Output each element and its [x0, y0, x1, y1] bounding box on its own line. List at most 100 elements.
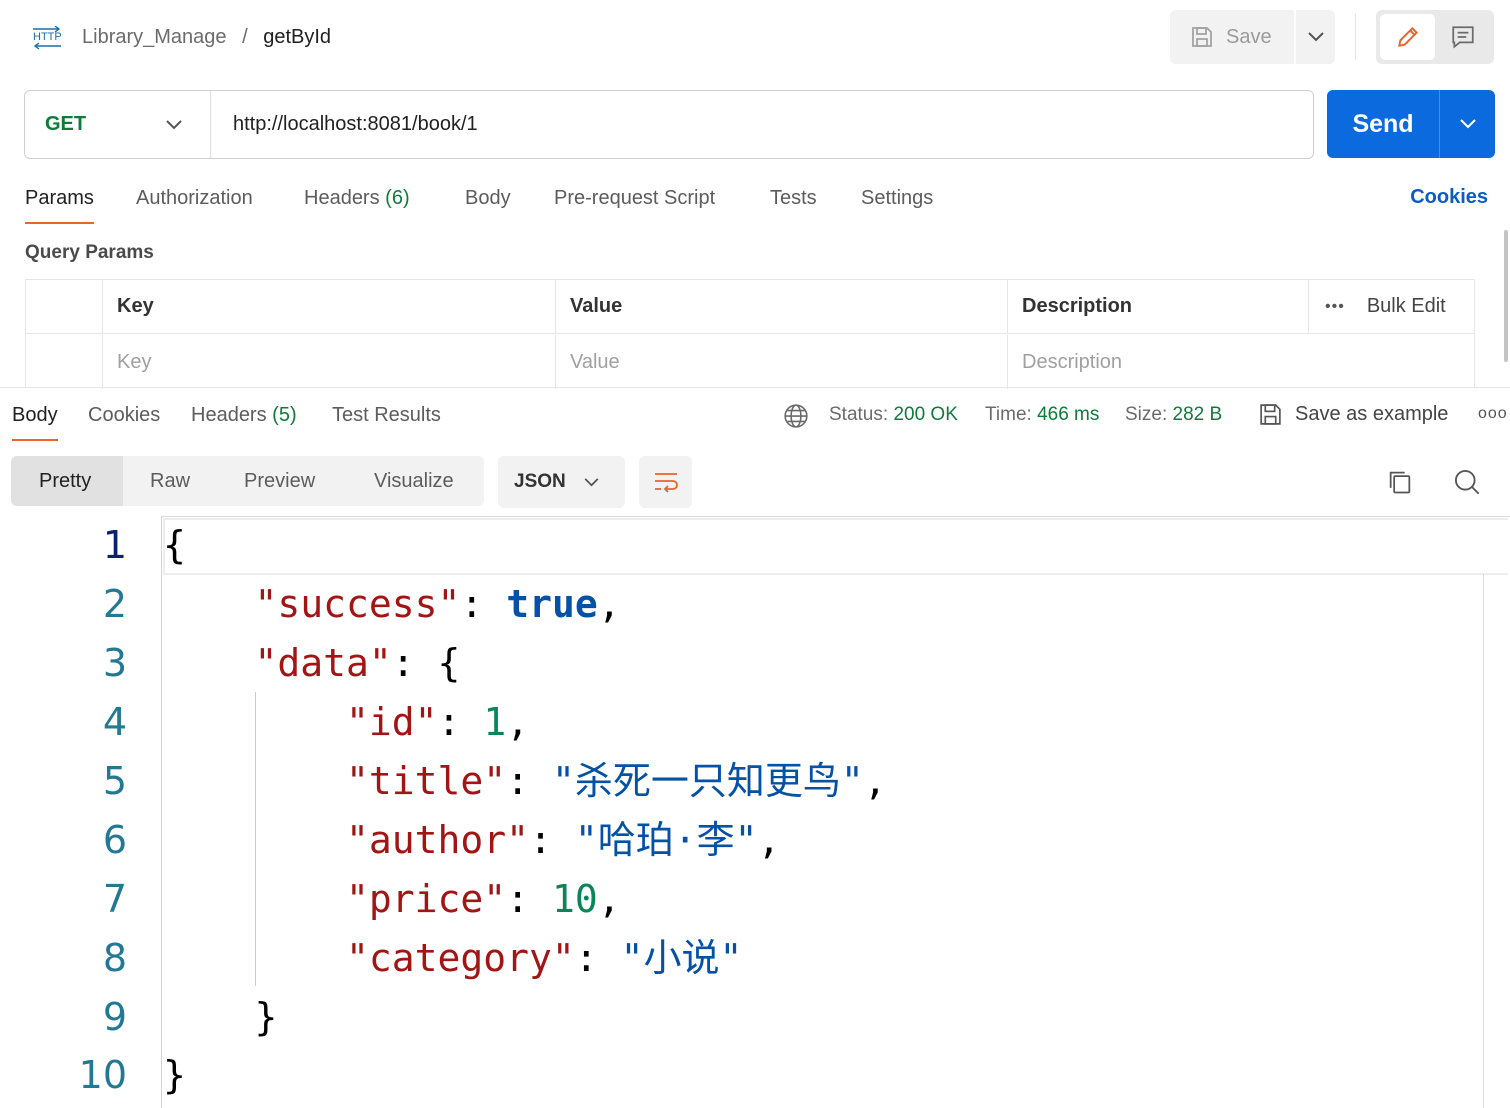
divider [161, 516, 1510, 517]
json-value: "哈珀·李" [574, 818, 758, 862]
format-preview[interactable]: Preview [244, 456, 315, 506]
tab-response-cookies[interactable]: Cookies [88, 402, 160, 428]
save-button[interactable]: Save [1170, 10, 1294, 64]
format-visualize[interactable]: Visualize [374, 456, 454, 506]
code-line: } [254, 995, 278, 1039]
code-line: } [163, 1053, 186, 1097]
tab-params[interactable]: Params [25, 184, 94, 224]
url-input[interactable]: http://localhost:8081/book/1 [211, 113, 478, 136]
line-number: 6 [102, 818, 127, 862]
code-line: "id": 1, [346, 700, 530, 744]
save-button-group: Save [1170, 10, 1335, 64]
json-value: "小说" [620, 936, 743, 980]
key-input[interactable]: Key [102, 335, 555, 389]
format-pretty[interactable]: Pretty [11, 456, 123, 506]
time-value: 466 ms [1037, 404, 1100, 425]
json-value: "杀死一只知更鸟" [551, 759, 864, 803]
breadcrumb-request-name[interactable]: getById [263, 26, 331, 48]
save-options-button[interactable] [1296, 10, 1335, 64]
tab-test-results[interactable]: Test Results [332, 402, 441, 428]
line-number: 2 [102, 582, 127, 626]
http-badge-text: HTTP [33, 31, 62, 43]
send-button[interactable]: Send [1327, 110, 1439, 139]
breadcrumb-collection[interactable]: Library_Manage [82, 26, 227, 48]
line-number: 8 [102, 936, 127, 980]
tab-headers[interactable]: Headers (6) [304, 184, 410, 212]
language-label: JSON [514, 471, 566, 492]
tab-authorization[interactable]: Authorization [136, 184, 253, 212]
cookies-link[interactable]: Cookies [1410, 186, 1488, 209]
column-header-key: Key [102, 280, 555, 333]
value-input[interactable]: Value [555, 335, 1007, 389]
method-select[interactable]: GET [25, 91, 211, 158]
search-icon[interactable] [1453, 468, 1481, 501]
globe-icon[interactable] [783, 403, 809, 434]
headers-count: (6) [385, 187, 410, 209]
column-header-value: Value [555, 280, 1007, 333]
more-options-icon[interactable]: ••• [1325, 298, 1345, 316]
table-header-row: Key Value Description ••• Bulk Edit [26, 280, 1474, 334]
send-options-button[interactable] [1440, 119, 1495, 129]
size-readout: Size: 282 B [1125, 404, 1223, 425]
json-key: "data" [254, 641, 392, 685]
documentation-button[interactable] [1435, 14, 1490, 60]
copy-icon[interactable] [1386, 468, 1414, 501]
ruler [1483, 574, 1484, 1108]
save-icon [1260, 404, 1281, 425]
description-input[interactable]: Description [1007, 335, 1475, 389]
query-params-table: Key Value Description ••• Bulk Edit Key … [25, 279, 1475, 389]
breadcrumb-separator: / [242, 26, 248, 48]
json-value: 10 [551, 877, 598, 921]
status-value: 200 OK [893, 404, 958, 425]
code-line: "author": "哈珀·李", [346, 818, 781, 862]
json-value: 1 [483, 700, 507, 744]
line-number: 5 [102, 759, 127, 803]
query-params-title: Query Params [25, 242, 154, 263]
scrollbar-thumb[interactable] [1504, 230, 1508, 362]
save-as-example-label: Save as example [1295, 403, 1449, 425]
tab-response-headers[interactable]: Headers (5) [191, 402, 297, 428]
time-readout: Time: 466 ms [985, 404, 1100, 425]
tab-response-body[interactable]: Body [12, 402, 58, 441]
json-key: "success" [254, 582, 461, 626]
chevron-down-icon [166, 119, 182, 129]
tab-settings[interactable]: Settings [861, 184, 933, 212]
format-raw[interactable]: Raw [150, 456, 190, 506]
wrap-lines-button[interactable] [639, 456, 692, 508]
language-select[interactable]: JSON [498, 456, 625, 508]
chevron-down-icon [1459, 119, 1476, 129]
more-options-icon[interactable]: ooo [1478, 405, 1508, 423]
comment-icon [1451, 26, 1474, 49]
current-line-highlight [163, 518, 1508, 575]
pane-divider[interactable] [0, 387, 1510, 388]
wrap-lines-icon [654, 473, 678, 493]
line-number: 10 [78, 1053, 127, 1097]
send-button-group: Send [1327, 90, 1495, 158]
save-as-example-button[interactable]: Save as example [1258, 402, 1448, 427]
edit-mode-button[interactable] [1380, 14, 1435, 60]
line-number: 1 [102, 523, 127, 567]
tab-pre-request-script[interactable]: Pre-request Script [554, 184, 715, 212]
json-key: "author" [346, 818, 530, 862]
size-value: 282 B [1172, 404, 1223, 425]
divider [1355, 14, 1356, 60]
response-body-editor[interactable]: 1 2 3 4 5 6 7 8 9 10 { "success": true, … [0, 516, 1510, 1108]
tab-body[interactable]: Body [465, 184, 511, 212]
save-icon [1192, 27, 1212, 47]
line-number: 7 [102, 877, 127, 921]
method-label: GET [45, 113, 87, 135]
chevron-down-icon [1307, 32, 1324, 42]
line-number: 9 [102, 995, 127, 1039]
chevron-down-icon [584, 477, 599, 486]
format-segmented-control: Pretty Raw Preview Visualize [11, 456, 484, 506]
bulk-edit-area: ••• Bulk Edit [1308, 280, 1475, 333]
status-readout: Status: 200 OK [829, 404, 958, 425]
tab-tests[interactable]: Tests [770, 184, 817, 212]
bulk-edit-button[interactable]: Bulk Edit [1367, 295, 1446, 318]
line-number: 4 [102, 700, 127, 744]
line-number: 3 [102, 641, 127, 685]
code-line: "title": "杀死一只知更鸟", [346, 759, 887, 803]
json-value: true [506, 582, 598, 626]
json-key: "category" [346, 936, 575, 980]
code-line: "price": 10, [346, 877, 621, 921]
